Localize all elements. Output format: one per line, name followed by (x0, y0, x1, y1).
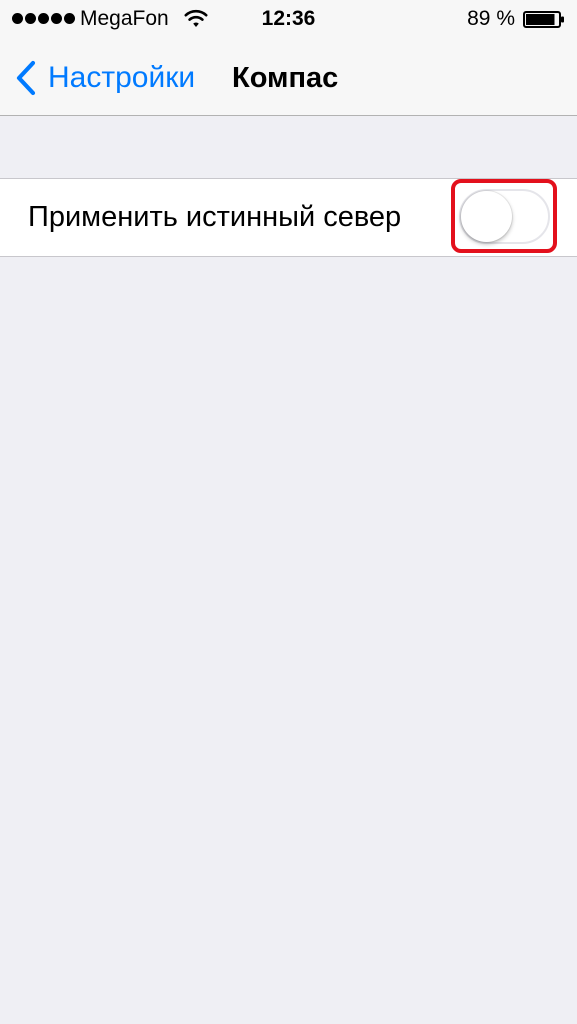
toggle-knob (461, 191, 512, 242)
true-north-label: Применить истинный север (28, 201, 402, 233)
battery-percent: 89 % (467, 7, 515, 30)
battery-icon (523, 11, 564, 28)
page-title: Компас (232, 62, 339, 94)
navigation-bar: Настройки Компас (0, 40, 577, 116)
status-bar: MegaFon 12:36 89 % (0, 0, 577, 40)
back-button-label: Настройки (48, 61, 196, 94)
back-button[interactable]: Настройки (14, 58, 195, 98)
settings-group: Применить истинный север (0, 178, 577, 257)
chevron-left-icon (16, 60, 36, 96)
true-north-toggle[interactable] (459, 189, 550, 244)
